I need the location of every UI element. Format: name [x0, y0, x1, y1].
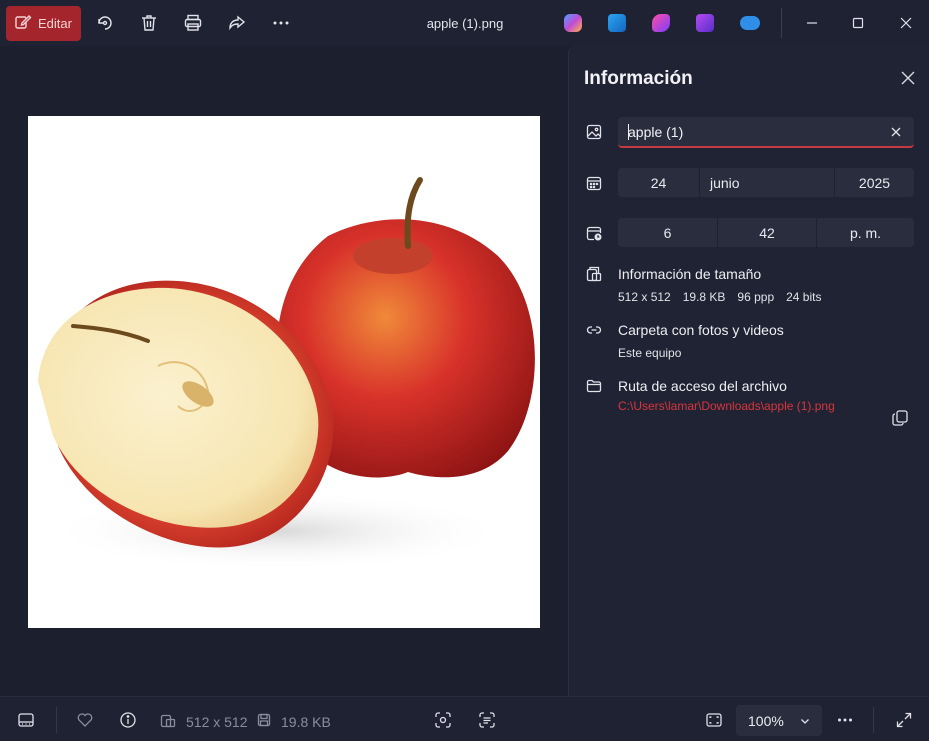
- photo-image[interactable]: [28, 116, 540, 628]
- bottom-divider-right: [873, 707, 874, 733]
- path-title: Ruta de acceso del archivo: [618, 378, 787, 394]
- favorite-icon[interactable]: [74, 709, 96, 731]
- more-icon[interactable]: [269, 11, 293, 35]
- info-panel: Información 24 junio 2025 6: [568, 46, 929, 696]
- file-name-input[interactable]: [628, 117, 878, 146]
- chevron-down-icon: [800, 713, 810, 729]
- time-picker[interactable]: 6 42 p. m.: [618, 218, 914, 247]
- minimize-icon[interactable]: [789, 0, 835, 46]
- calendar-icon: [585, 174, 603, 192]
- size-bit-depth: 24 bits: [786, 290, 822, 304]
- filmstrip-icon[interactable]: [15, 709, 37, 731]
- folder-title: Carpeta con fotos y videos: [618, 322, 784, 338]
- folder-value: Este equipo: [618, 346, 682, 360]
- clear-icon[interactable]: [888, 124, 904, 140]
- time-minute[interactable]: 42: [717, 218, 816, 247]
- panel-title: Información: [584, 68, 693, 89]
- text-caret: [628, 124, 629, 140]
- copilot-icon[interactable]: [564, 14, 582, 32]
- fullscreen-icon[interactable]: [893, 709, 915, 731]
- dimensions-icon: [158, 709, 178, 731]
- title-bar: Editar apple (1).png: [0, 0, 929, 46]
- clock-calendar-icon: [585, 224, 603, 242]
- file-title: apple (1).png: [426, 16, 504, 31]
- edit-button[interactable]: Editar: [6, 6, 81, 41]
- folder-icon: [585, 377, 603, 395]
- file-name-field[interactable]: [618, 117, 914, 148]
- size-file-size: 19.8 KB: [682, 290, 726, 304]
- time-hour[interactable]: 6: [618, 218, 717, 247]
- zoom-dropdown[interactable]: 100%: [736, 705, 822, 736]
- image-icon: [585, 123, 603, 141]
- size-dimensions: 512 x 512: [618, 290, 671, 304]
- visual-search-icon[interactable]: [432, 709, 454, 731]
- toolbar-divider: [781, 8, 782, 38]
- date-year[interactable]: 2025: [834, 168, 914, 197]
- paint-icon[interactable]: [608, 14, 626, 32]
- bottom-divider: [56, 707, 57, 733]
- image-viewer: [0, 46, 568, 696]
- time-period[interactable]: p. m.: [816, 218, 914, 247]
- delete-icon[interactable]: [137, 11, 161, 35]
- date-month[interactable]: junio: [699, 168, 834, 197]
- file-path-link[interactable]: C:\Users\lamar\Downloads\apple (1).png: [618, 399, 835, 413]
- share-icon[interactable]: [225, 11, 249, 35]
- maximize-icon[interactable]: [835, 0, 881, 46]
- fit-to-window-icon[interactable]: [703, 709, 725, 731]
- link-icon: [585, 321, 603, 339]
- rotate-icon[interactable]: [93, 11, 117, 35]
- close-icon[interactable]: [883, 0, 929, 46]
- save-icon: [254, 709, 274, 731]
- zoom-value: 100%: [748, 712, 784, 729]
- size-info-title: Información de tamaño: [618, 266, 762, 282]
- edit-label: Editar: [38, 16, 72, 31]
- bottom-more-icon[interactable]: [834, 709, 856, 731]
- date-picker[interactable]: 24 junio 2025: [618, 168, 914, 197]
- print-icon[interactable]: [181, 11, 205, 35]
- info-icon[interactable]: [117, 709, 139, 731]
- onedrive-icon[interactable]: [740, 16, 760, 30]
- size-dpi: 96 ppp: [737, 290, 775, 304]
- date-day[interactable]: 24: [618, 168, 699, 197]
- panel-close-icon[interactable]: [898, 68, 918, 88]
- bottom-bar: 512 x 512 19.8 KB 100%: [0, 696, 929, 741]
- designer-icon[interactable]: [652, 14, 670, 32]
- clipchamp-icon[interactable]: [696, 14, 714, 32]
- edit-icon: [14, 13, 32, 34]
- size-info-values: 512 x 512 19.8 KB 96 ppp 24 bits: [618, 290, 821, 304]
- bottom-dimensions: 512 x 512: [186, 714, 248, 730]
- copy-icon[interactable]: [889, 407, 911, 429]
- bottom-file-size: 19.8 KB: [281, 714, 331, 730]
- size-info-icon: [585, 265, 603, 283]
- text-extract-icon[interactable]: [476, 709, 498, 731]
